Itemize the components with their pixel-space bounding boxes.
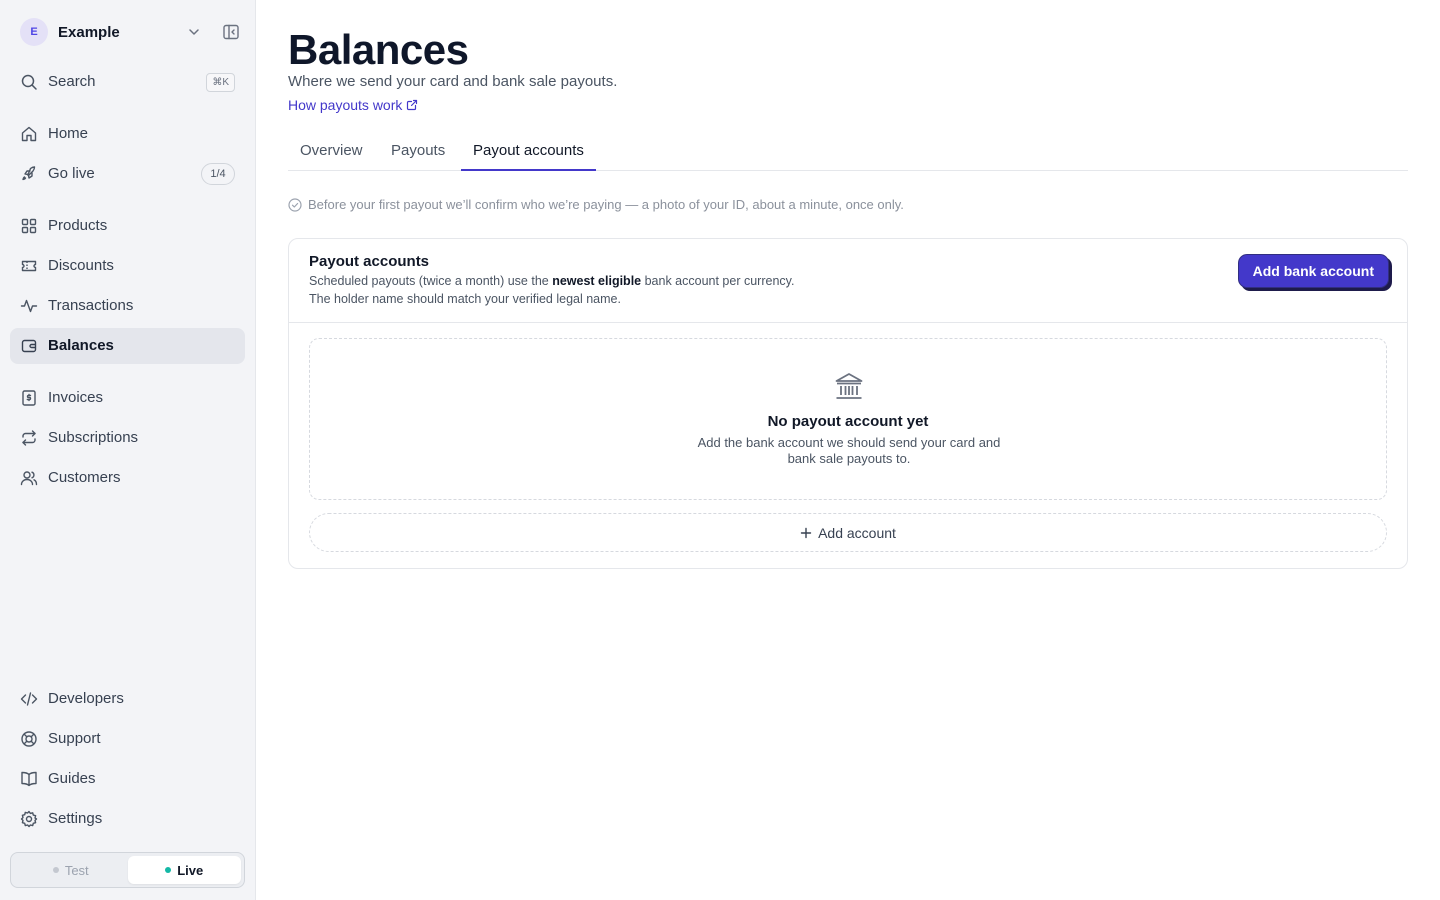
sidebar-item-label: Balances	[48, 337, 114, 354]
go-live-progress-badge: 1/4	[201, 163, 235, 185]
workspace-switcher[interactable]: E Example	[20, 18, 244, 46]
sidebar-item-label: Support	[48, 730, 101, 747]
sidebar-item-discounts[interactable]: Discounts	[10, 248, 245, 284]
workspace-avatar: E	[20, 18, 48, 46]
sidebar-item-label: Developers	[48, 690, 124, 707]
env-live-dot	[165, 867, 172, 873]
empty-state: No payout account yet Add the bank accou…	[309, 338, 1387, 500]
gear-icon	[20, 810, 38, 828]
chevron-down-icon[interactable]	[186, 24, 202, 40]
sidebar-item-label: Transactions	[48, 297, 134, 314]
sidebar-item-label: Invoices	[48, 389, 104, 406]
sidebar-item-label: Home	[48, 125, 89, 142]
how-payouts-work-link[interactable]: How payouts work	[288, 97, 418, 113]
sidebar-item-home[interactable]: Home	[10, 116, 245, 152]
sidebar-item-settings[interactable]: Settings	[10, 801, 245, 837]
card-desc-prefix: Scheduled payouts (twice a month) use th…	[309, 274, 553, 288]
lifebuoy-icon	[20, 730, 38, 748]
add-bank-account-button[interactable]: Add bank account	[1237, 254, 1389, 288]
environment-toggle: Test Live	[10, 852, 245, 888]
page-title: Balances	[288, 26, 469, 73]
sidebar-item-customers[interactable]: Customers	[10, 460, 245, 496]
tab-payout-accounts[interactable]: Payout accounts	[461, 131, 596, 171]
add-account-label: Add account	[818, 524, 896, 541]
tab-payouts[interactable]: Payouts	[379, 131, 457, 171]
repeat-icon	[20, 429, 38, 447]
sidebar-item-label: Guides	[48, 770, 96, 787]
receipt-icon	[20, 389, 38, 407]
ticket-icon	[20, 257, 38, 275]
sidebar-collapse-icon[interactable]	[222, 23, 240, 41]
sidebar-item-guides[interactable]: Guides	[10, 761, 245, 797]
book-icon	[20, 770, 38, 788]
env-test-button[interactable]: Test	[14, 856, 128, 884]
code-icon	[20, 690, 38, 708]
wallet-icon	[20, 337, 38, 355]
sidebar-item-subscriptions[interactable]: Subscriptions	[10, 420, 245, 456]
sidebar-item-label: Go live	[48, 165, 95, 182]
card-desc-bold: newest eligible	[552, 274, 642, 288]
env-test-label: Test	[64, 862, 89, 878]
rocket-icon	[20, 165, 38, 183]
sidebar-item-transactions[interactable]: Transactions	[10, 288, 245, 324]
tab-overview[interactable]: Overview	[288, 131, 375, 171]
env-live-button[interactable]: Live	[127, 856, 241, 884]
sidebar-item-label: Products	[48, 217, 108, 234]
external-link-icon	[402, 99, 418, 111]
sidebar-item-label: Discounts	[48, 257, 114, 274]
sidebar-search[interactable]: Search ⌘K	[10, 64, 245, 100]
help-link-label: How payouts work	[288, 97, 403, 113]
card-title: Payout accounts	[309, 253, 430, 270]
add-account-button[interactable]: Add account	[309, 513, 1387, 552]
check-circle-icon	[288, 197, 308, 212]
plus-icon	[800, 527, 818, 539]
verification-notice-text: Before your first payout we’ll confirm w…	[308, 197, 904, 212]
sidebar-item-label: Subscriptions	[48, 429, 139, 446]
search-icon	[20, 73, 38, 91]
sidebar-item-label: Customers	[48, 469, 121, 486]
empty-state-description: Add the bank account we should send your…	[697, 435, 1001, 466]
verification-notice: Before your first payout we’ll confirm w…	[288, 197, 904, 212]
sidebar-item-balances[interactable]: Balances	[10, 328, 245, 364]
activity-icon	[20, 297, 38, 315]
home-icon	[20, 125, 38, 143]
card-description: Scheduled payouts (twice a month) use th…	[309, 272, 794, 308]
sidebar-item-products[interactable]: Products	[10, 208, 245, 244]
env-test-dot	[52, 867, 59, 873]
page-subtitle: Where we send your card and bank sale pa…	[288, 73, 618, 90]
grid-icon	[20, 217, 38, 235]
users-icon	[20, 469, 38, 487]
workspace-name: Example	[58, 23, 120, 41]
card-desc-line2: The holder name should match your verifi…	[309, 292, 621, 306]
card-header: Payout accounts Scheduled payouts (twice…	[289, 239, 1407, 323]
sidebar-item-invoices[interactable]: Invoices	[10, 380, 245, 416]
sidebar-item-developers[interactable]: Developers	[10, 681, 245, 717]
sidebar-item-label: Settings	[48, 810, 103, 827]
sidebar-item-support[interactable]: Support	[10, 721, 245, 757]
search-shortcut: ⌘K	[206, 73, 235, 92]
payout-accounts-card: Payout accounts Scheduled payouts (twice…	[288, 238, 1408, 569]
sidebar: E Example Search ⌘K Home Go live 1/4 Pro…	[0, 0, 256, 900]
env-live-label: Live	[177, 862, 204, 878]
sidebar-item-go-live[interactable]: Go live 1/4	[10, 156, 245, 192]
bank-icon	[834, 371, 864, 401]
balances-tabs: Overview Payouts Payout accounts	[288, 131, 1408, 171]
sidebar-search-label: Search	[48, 73, 96, 90]
empty-state-title: No payout account yet	[767, 413, 929, 430]
card-desc-suffix: bank account per currency.	[641, 274, 795, 288]
